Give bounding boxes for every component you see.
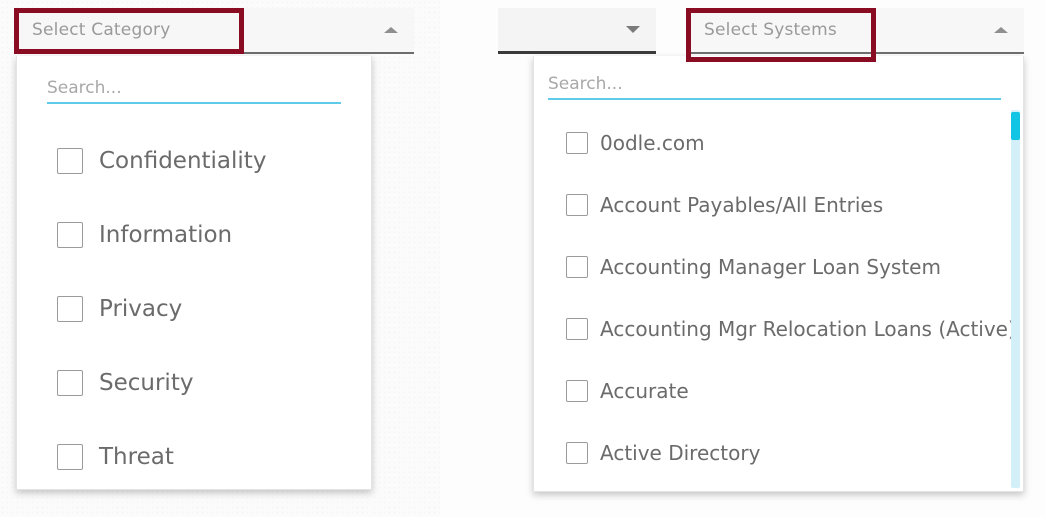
category-option-label: Information [99, 222, 233, 248]
systems-search-wrapper [548, 74, 1001, 100]
checkbox-icon[interactable] [566, 380, 588, 402]
background-texture-gap [372, 0, 440, 517]
caret-up-icon[interactable] [384, 27, 398, 33]
systems-option-label: Account Payables/All Entries [600, 193, 884, 217]
systems-option-label: Accounting Manager Loan System [600, 255, 941, 279]
category-option-row[interactable]: Information [17, 198, 371, 272]
category-option-label: Privacy [99, 296, 183, 322]
caret-up-icon[interactable] [994, 27, 1008, 33]
category-option-label: Security [99, 370, 194, 396]
checkbox-icon[interactable] [57, 370, 83, 396]
systems-search-input[interactable] [548, 74, 1001, 100]
category-option-row[interactable]: Threat [17, 420, 371, 489]
systems-option-label: 0odle.com [600, 131, 705, 155]
category-option-label: Confidentiality [99, 148, 267, 174]
systems-option-label: Accounting Mgr Relocation Loans (Active) [600, 317, 1016, 341]
systems-scrollbar-thumb[interactable] [1011, 112, 1020, 140]
checkbox-icon[interactable] [57, 148, 83, 174]
checkbox-icon[interactable] [57, 296, 83, 322]
select-systems-dropdown-toggle[interactable]: Select Systems [686, 8, 1024, 54]
select-category-label: Select Category [32, 20, 171, 40]
systems-option-row[interactable]: 0odle.com [534, 112, 1023, 174]
category-search-wrapper [47, 78, 341, 104]
checkbox-icon[interactable] [566, 442, 588, 464]
select-systems-dropdown-panel: 0odle.com Account Payables/All Entries Acc… [533, 56, 1024, 492]
checkbox-icon[interactable] [566, 318, 588, 340]
category-option-list: Confidentiality Information Privacy Securit… [17, 124, 371, 489]
category-option-label: Threat [99, 444, 174, 470]
checkbox-icon[interactable] [57, 222, 83, 248]
systems-option-row[interactable]: Accounting Manager Loan System [534, 236, 1023, 298]
select-category-dropdown-toggle[interactable]: Select Category [14, 8, 414, 54]
systems-option-row[interactable]: Accurate [534, 360, 1023, 422]
category-option-row[interactable]: Security [17, 346, 371, 420]
category-option-row[interactable]: Privacy [17, 272, 371, 346]
caret-down-icon[interactable] [626, 26, 640, 33]
systems-option-row[interactable]: Accounting Mgr Relocation Loans (Active) [534, 298, 1023, 360]
systems-option-list: 0odle.com Account Payables/All Entries Acc… [534, 112, 1023, 484]
checkbox-icon[interactable] [566, 256, 588, 278]
systems-scrollbar-track[interactable] [1011, 110, 1020, 488]
category-search-input[interactable] [47, 78, 341, 104]
systems-option-row[interactable]: Active Directory [534, 422, 1023, 484]
systems-option-label: Active Directory [600, 441, 761, 465]
select-category-dropdown-panel: Confidentiality Information Privacy Securit… [16, 56, 372, 490]
systems-option-label: Accurate [600, 379, 689, 403]
checkbox-icon[interactable] [566, 132, 588, 154]
checkbox-icon[interactable] [566, 194, 588, 216]
category-option-row[interactable]: Confidentiality [17, 124, 371, 198]
partial-dropdown-toggle[interactable] [498, 8, 656, 54]
systems-option-row[interactable]: Account Payables/All Entries [534, 174, 1023, 236]
checkbox-icon[interactable] [57, 444, 83, 470]
select-systems-label: Select Systems [704, 20, 837, 40]
